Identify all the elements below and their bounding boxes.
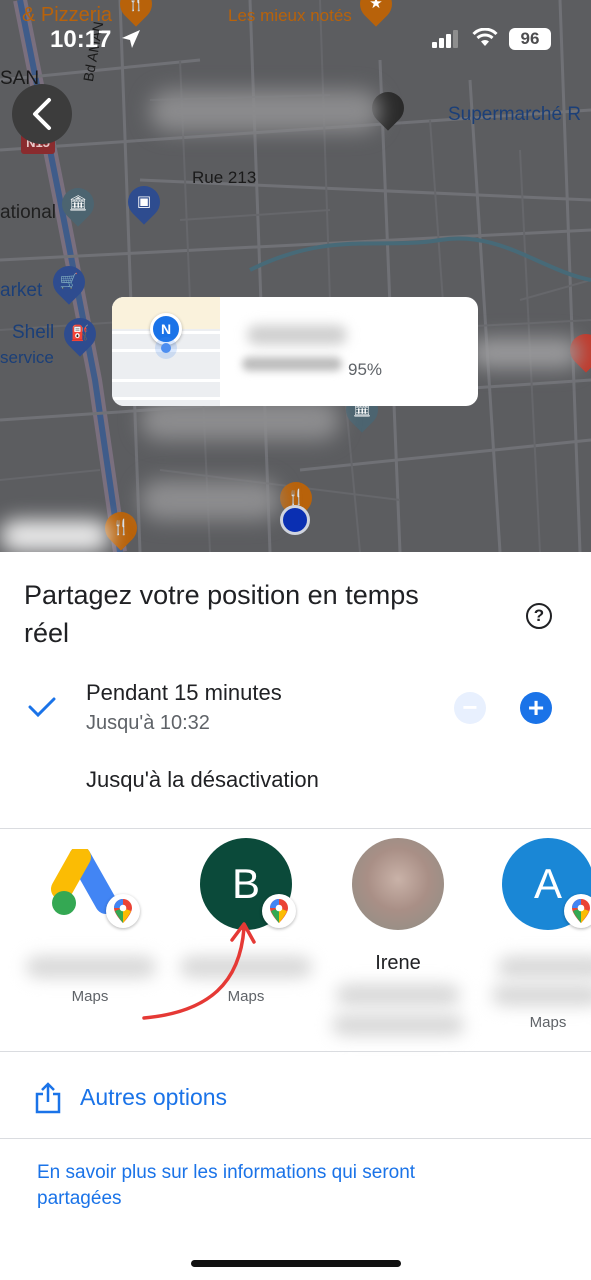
location-arrow-icon [122,30,140,48]
blurred-area [140,480,280,520]
page-title: Partagez votre position en temps réel [24,580,419,648]
map-label-service: service [0,348,54,367]
divider [0,828,591,829]
duration-option-label[interactable]: Pendant 15 minutes [86,680,282,706]
map-label-national: ational [0,202,56,223]
battery-indicator: 96 [509,28,551,50]
status-time: 10:17 [50,26,112,53]
bus-pin-icon[interactable]: ▣ [121,179,167,225]
blurred-area [150,90,380,132]
cellular-signal-icon [432,30,458,48]
share-icon[interactable] [34,1082,62,1114]
map-view[interactable]: & Pizzeria Les mieux notés 🍴 ★ SAN Bd AM… [0,0,591,552]
map-label-supermarche: Supermarché R [448,104,582,125]
blurred-area [140,400,340,440]
contact-item[interactable]: A Maps [478,838,591,1038]
shopping-cart-pin-icon[interactable]: 🛒 [46,259,92,305]
map-label-market: arket [0,280,43,301]
decrease-duration-button[interactable]: − [454,692,486,724]
location-info-card[interactable]: N 95% [112,297,478,406]
checkmark-icon [28,697,56,718]
contact-app-label: Maps [71,988,109,1005]
gas-station-pin-icon[interactable]: ⛽ [57,311,103,357]
home-indicator[interactable] [191,1260,401,1267]
divider [0,1051,591,1052]
share-location-sheet: Partagez votre position en temps réel ? … [0,552,591,1280]
blurred-contact-detail [242,357,342,371]
wifi-icon [472,28,498,46]
contact-name: Irene [375,952,421,974]
mini-map: N [112,297,220,406]
learn-more-link[interactable]: En savoir plus sur les informations qui … [37,1160,457,1212]
blurred-contact-name [26,956,156,978]
map-label-shell: Shell [12,322,55,343]
back-button[interactable] [12,84,72,144]
blurred-contact-name [247,325,347,345]
blurred-contact-name [498,956,591,978]
chevron-left-icon [33,98,51,130]
map-streets [0,0,591,552]
user-location-dot [280,505,310,535]
until-off-option[interactable]: Jusqu'à la désactivation [86,767,319,793]
help-icon[interactable]: ? [526,603,552,629]
divider [0,1138,591,1139]
blurred-area [0,520,110,552]
blurred-contact-detail [492,984,591,1006]
contact-app-label: Maps [529,1014,567,1031]
annotation-arrow [142,922,256,1020]
blurred-area [470,338,580,368]
map-label-rue-213: Rue 213 [192,168,257,187]
museum-pin-icon[interactable]: 🏛 [55,181,101,227]
blurred-contact-detail [332,1014,464,1036]
increase-duration-button[interactable]: + [520,692,552,724]
more-options-button[interactable]: Autres options [80,1084,227,1111]
status-bar: 10:17 96 [0,22,591,62]
duration-option-until: Jusqu'à 10:32 [86,712,210,734]
avatar [352,838,444,930]
contact-battery-percent: 95% [348,360,383,379]
contact-item[interactable]: Irene [328,838,468,1038]
contact-item[interactable]: Maps [20,838,160,1038]
google-maps-badge-icon [564,894,591,928]
contact-location-dot [161,343,171,353]
contact-initial-marker: N [150,313,182,345]
google-maps-badge-icon [106,894,140,928]
blurred-contact-detail [336,984,460,1006]
